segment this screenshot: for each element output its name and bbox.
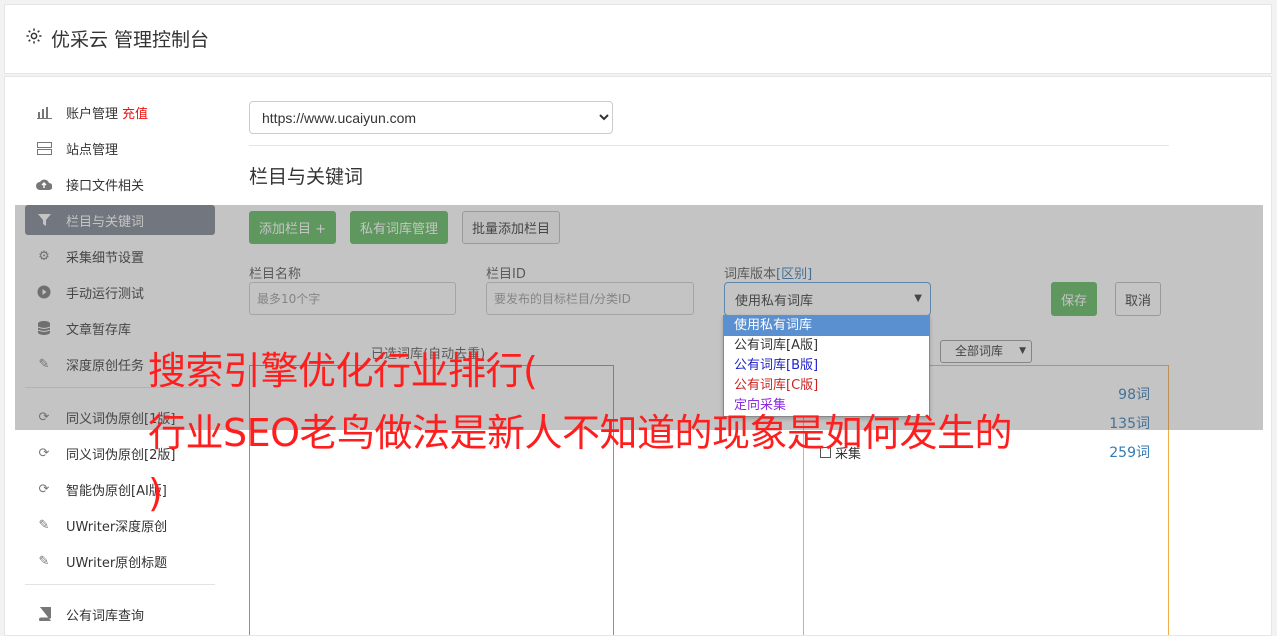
refresh-icon: ⟳ [38, 481, 50, 497]
watermark-line-2: 行业SEO老鸟做法是新人不知道的现象是如何发生的 [148, 411, 1013, 455]
sidebar-item-label: 公有词库查询 [66, 608, 145, 624]
cloud-upload-icon [36, 176, 52, 192]
sidebar-item-label: 站点管理 [66, 142, 119, 158]
dropdown-option-public-b[interactable]: 公有词库[B版] [724, 356, 929, 376]
sidebar-item-label: 接口文件相关 [66, 178, 145, 194]
sidebar-divider [25, 584, 215, 585]
version-dropdown: 使用私有词库 公有词库[A版] 公有词库[B版] 公有词库[C版] 定向采集 [723, 315, 930, 417]
dropdown-option-public-c[interactable]: 公有词库[C版] [724, 376, 929, 396]
sidebar-item-label: UWriter原创标题 [66, 555, 168, 571]
edit-icon: ✎ [38, 553, 50, 569]
app-logo: 优采云 管理控制台 [25, 25, 209, 52]
gear-icon [25, 27, 43, 50]
sidebar-item-sites[interactable]: 站点管理 [25, 133, 215, 163]
site-select[interactable]: https://www.ucaiyun.com [249, 101, 613, 134]
watermark-line-1: 搜索引擎优化行业排行( [148, 349, 538, 393]
book-icon [36, 606, 52, 622]
divider [249, 145, 1169, 146]
app-title: 优采云 管理控制台 [51, 29, 210, 51]
sidebar-item-public-lib[interactable]: 公有词库查询 [25, 599, 215, 629]
lib-count: 259词 [1109, 445, 1150, 461]
content-area: https://www.ucaiyun.com 栏目与关键词 [249, 101, 1169, 189]
section-title: 栏目与关键词 [249, 166, 364, 188]
watermark-line-3: ) [148, 471, 163, 515]
sidebar-item-interface[interactable]: 接口文件相关 [25, 169, 215, 199]
sidebar-item-uwriter-deep[interactable]: ✎ UWriter深度原创 [25, 510, 215, 540]
sidebar-item-account[interactable]: 账户管理 充值 [25, 97, 215, 127]
bar-chart-icon [36, 104, 52, 120]
edit-icon: ✎ [38, 517, 50, 533]
recharge-link[interactable]: 充值 [122, 103, 148, 122]
refresh-icon: ⟳ [38, 445, 50, 461]
sidebar-item-uwriter-title[interactable]: ✎ UWriter原创标题 [25, 546, 215, 576]
sidebar-item-ai-rewrite[interactable]: ⟳ 智能伪原创[AI版] [25, 474, 215, 504]
sidebar-item-label: 账户管理 [66, 106, 119, 122]
dropdown-option-private[interactable]: 使用私有词库 [724, 316, 929, 336]
server-icon [36, 140, 52, 156]
top-header: 优采云 管理控制台 [4, 4, 1272, 74]
dropdown-option-public-a[interactable]: 公有词库[A版] [724, 336, 929, 356]
